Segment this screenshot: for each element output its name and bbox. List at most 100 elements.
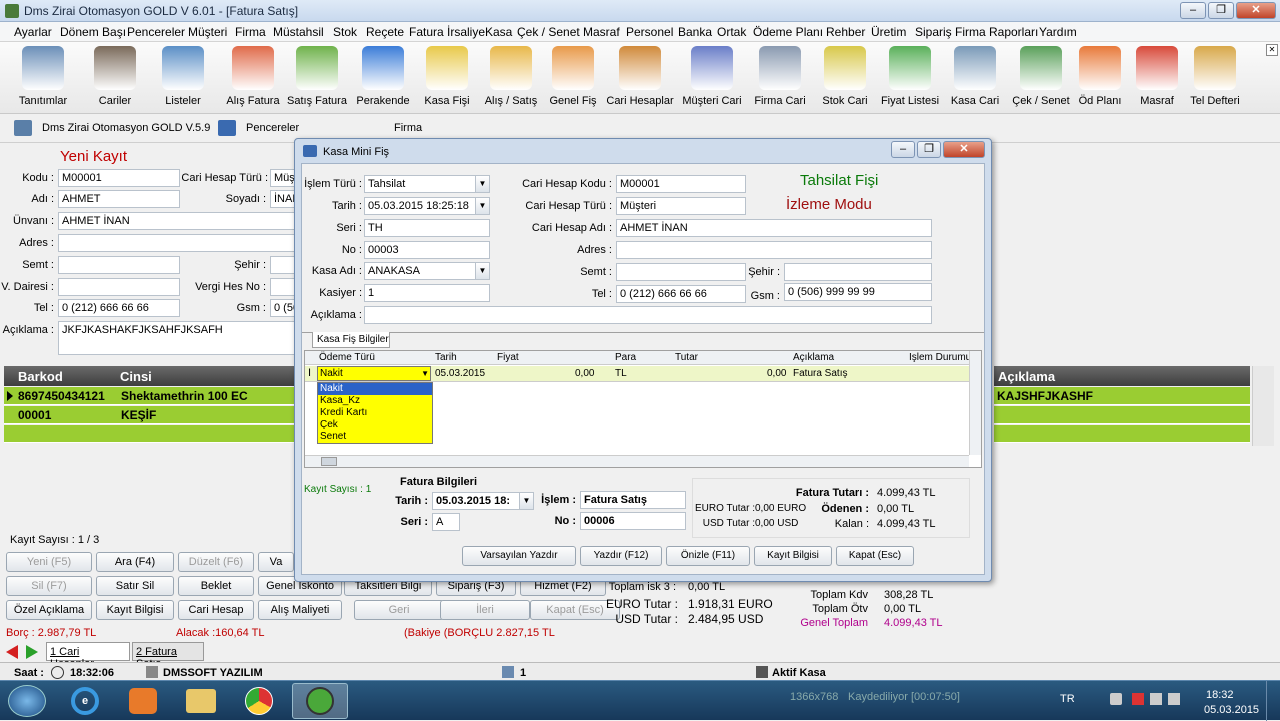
grid-row-empty-right[interactable] — [994, 425, 1250, 443]
grid-header-cinsi[interactable]: Cinsi — [116, 366, 296, 386]
sil-button[interactable]: Sil (F7) — [6, 576, 92, 596]
ara-button[interactable]: Ara (F4) — [96, 552, 174, 572]
dialog-tel-field[interactable]: 0 (212) 666 66 66 — [616, 285, 746, 303]
yeni-button[interactable]: Yeni (F5) — [6, 552, 92, 572]
satir-sil-button[interactable]: Satır Sil — [96, 576, 174, 596]
menu-rehber[interactable]: Rehber — [826, 25, 865, 39]
dialog-adres-field[interactable] — [616, 241, 932, 259]
close-button[interactable]: ✕ — [1236, 2, 1276, 19]
grid-row-2-barkod[interactable]: 00001 — [4, 406, 118, 424]
adres-field[interactable] — [58, 234, 298, 252]
dialog-close-button[interactable]: ✕ — [943, 141, 985, 158]
col-odeme-turu[interactable]: Ödeme Türü — [319, 352, 375, 363]
toolbar-kasa-cari[interactable]: Kasa Cari — [944, 42, 1006, 114]
kasa-adi-select[interactable]: ANAKASA ▼ — [364, 262, 490, 280]
cari-adi-field[interactable]: AHMET İNAN — [616, 219, 932, 237]
fis-grid-row[interactable]: I Nakit ▼ 05.03.2015 0,00 TL 0,00 Fatura … — [305, 366, 969, 382]
col-para[interactable]: Para — [615, 352, 636, 363]
tarih-field[interactable]: 05.03.2015 18:25:18 ▼ — [364, 197, 490, 215]
menu-banka[interactable]: Banka — [678, 25, 712, 39]
language-indicator[interactable]: TR — [1060, 693, 1075, 705]
grid-row-1-cinsi[interactable]: Shektamethrin 100 EC — [118, 387, 296, 405]
fatura-tarih-field[interactable]: 05.03.2015 18: ▼ — [432, 492, 534, 510]
dialog-semt-field[interactable] — [616, 263, 746, 281]
cari-kodu-field[interactable]: M00001 — [616, 175, 746, 193]
no-field[interactable]: 00003 — [364, 241, 490, 259]
nav-forward-icon[interactable] — [26, 645, 38, 659]
grid-row-1-aciklama[interactable]: KAJSHFJKASHF — [994, 387, 1250, 405]
menu-kasa[interactable]: Kasa — [485, 25, 512, 39]
col-tarih[interactable]: Tarih — [435, 352, 457, 363]
network-icon[interactable] — [1150, 693, 1162, 705]
varsayilan-yazdir-button[interactable]: Varsayılan Yazdır — [462, 546, 576, 566]
odeme-turu-cell[interactable]: Nakit ▼ — [317, 366, 431, 381]
cari-hesap-button[interactable]: Cari Hesap — [178, 600, 254, 620]
window-link-app[interactable]: Dms Zirai Otomasyon GOLD V.5.9 — [42, 122, 210, 134]
toolbar-genel-fis[interactable]: Genel Fiş — [542, 42, 604, 114]
semt-field[interactable] — [58, 256, 180, 274]
col-fiyat[interactable]: Fiyat — [497, 352, 519, 363]
chevron-down-icon[interactable]: ▼ — [519, 493, 533, 509]
ozel-aciklama-button[interactable]: Özel Açıklama — [6, 600, 92, 620]
beklet-button[interactable]: Beklet — [178, 576, 254, 596]
ileri-button[interactable]: İleri — [440, 600, 530, 620]
grid-header-aciklama[interactable]: Açıklama — [994, 366, 1250, 386]
tab-kasa-fis-bilgiler[interactable]: Kasa Fiş Bilgiler — [312, 332, 390, 348]
toolbar-stok-cari[interactable]: Stok Cari — [814, 42, 876, 114]
window-link-pencereler[interactable]: Pencereler — [246, 122, 299, 134]
menu-firma-raporlari[interactable]: Firma Raporları — [955, 25, 1038, 39]
toolbar-tanitimlar[interactable]: Tanıtımlar — [8, 42, 78, 114]
grid-row-2-aciklama[interactable] — [994, 406, 1250, 424]
chevron-down-icon[interactable]: ▼ — [421, 369, 429, 378]
dialog-sehir-field[interactable] — [784, 263, 932, 281]
toolbar-listeler[interactable]: Listeler — [150, 42, 216, 114]
grid-row-2-cinsi[interactable]: KEŞİF — [118, 406, 296, 424]
menu-pencereler[interactable]: Pencereler — [127, 25, 185, 39]
onizle-button[interactable]: Önizle (F11) — [666, 546, 750, 566]
tel-field[interactable]: 0 (212) 666 66 66 — [58, 299, 180, 317]
menu-ayarlar[interactable]: Ayarlar — [14, 25, 52, 39]
menu-siparis[interactable]: Sipariş — [915, 25, 952, 39]
dialog-maximize-button[interactable]: ❐ — [917, 141, 941, 158]
toolbar-firma-cari[interactable]: Firma Cari — [748, 42, 812, 114]
ie-icon[interactable]: e — [60, 685, 110, 717]
volume-icon[interactable] — [1168, 693, 1180, 705]
menu-odeme-plani[interactable]: Ödeme Planı — [753, 25, 823, 39]
hscroll-thumb[interactable] — [321, 457, 337, 466]
col-islem-durumu[interactable]: İşlem Durumu — [909, 352, 971, 363]
menu-mustahsil[interactable]: Müstahsil — [273, 25, 324, 39]
chevron-down-icon[interactable]: ▼ — [475, 263, 489, 279]
toolbar-tel-defteri[interactable]: Tel Defteri — [1184, 42, 1246, 114]
menu-masraf[interactable]: Masraf — [583, 25, 620, 39]
clock-time[interactable]: 18:32 — [1206, 689, 1234, 701]
cari-turu-field[interactable]: Müşteri — [616, 197, 746, 215]
menu-cek-senet[interactable]: Çek / Senet — [517, 25, 580, 39]
col-aciklama[interactable]: Açıklama — [793, 352, 834, 363]
toolbar-close-icon[interactable]: ✕ — [1266, 44, 1278, 56]
dropdown-option-senet[interactable]: Senet — [318, 431, 432, 443]
dialog-kapat-button[interactable]: Kapat (Esc) — [836, 546, 914, 566]
minimize-button[interactable]: – — [1180, 2, 1206, 19]
menu-recete[interactable]: Reçete — [366, 25, 404, 39]
fis-grid-vscrollbar[interactable] — [969, 351, 981, 455]
start-button[interactable] — [8, 685, 46, 717]
islem-turu-select[interactable]: Tahsilat ▼ — [364, 175, 490, 193]
menu-fatura-irsaliye[interactable]: Fatura İrsaliye — [409, 25, 485, 39]
dropdown-option-nakit[interactable]: Nakit — [318, 383, 432, 395]
window-link-firma[interactable]: Firma — [394, 122, 422, 134]
dialog-aciklama-field[interactable] — [364, 306, 932, 324]
dropdown-option-cek[interactable]: Çek — [318, 419, 432, 431]
kayit-bilgisi-button[interactable]: Kayıt Bilgisi — [96, 600, 174, 620]
adi-field[interactable]: AHMET — [58, 190, 180, 208]
fatura-islem-field[interactable]: Fatura Satış — [580, 491, 686, 509]
grid-row-1-barkod[interactable]: 8697450434121 — [4, 387, 118, 405]
grid-scrollbar[interactable] — [1252, 366, 1274, 446]
toolbar-perakende[interactable]: Perakende — [352, 42, 414, 114]
fis-grid-hscrollbar[interactable] — [305, 455, 969, 467]
menu-personel[interactable]: Personel — [626, 25, 673, 39]
kasiyer-field[interactable]: 1 — [364, 284, 490, 302]
maximize-button[interactable]: ❐ — [1208, 2, 1234, 19]
menu-musteri[interactable]: Müşteri — [188, 25, 227, 39]
col-tutar[interactable]: Tutar — [675, 352, 698, 363]
toolbar-fiyat-listesi[interactable]: Fiyat Listesi — [878, 42, 942, 114]
